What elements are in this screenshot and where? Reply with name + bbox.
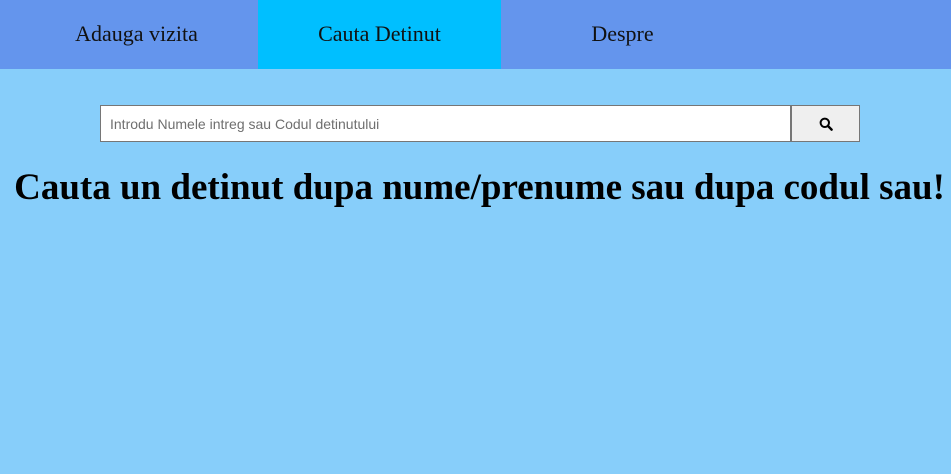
nav-item-adauga-vizita[interactable]: Adauga vizita (15, 0, 258, 69)
page-title: Cauta un detinut dupa nume/prenume sau d… (14, 167, 945, 208)
nav-item-cauta-detinut[interactable]: Cauta Detinut (258, 0, 501, 69)
search-input[interactable] (100, 105, 791, 142)
nav-item-despre[interactable]: Despre (501, 0, 744, 69)
search-icon (819, 117, 833, 131)
search-form (100, 105, 860, 142)
navbar: Adauga vizita Cauta Detinut Despre (0, 0, 951, 69)
search-button[interactable] (791, 105, 860, 142)
